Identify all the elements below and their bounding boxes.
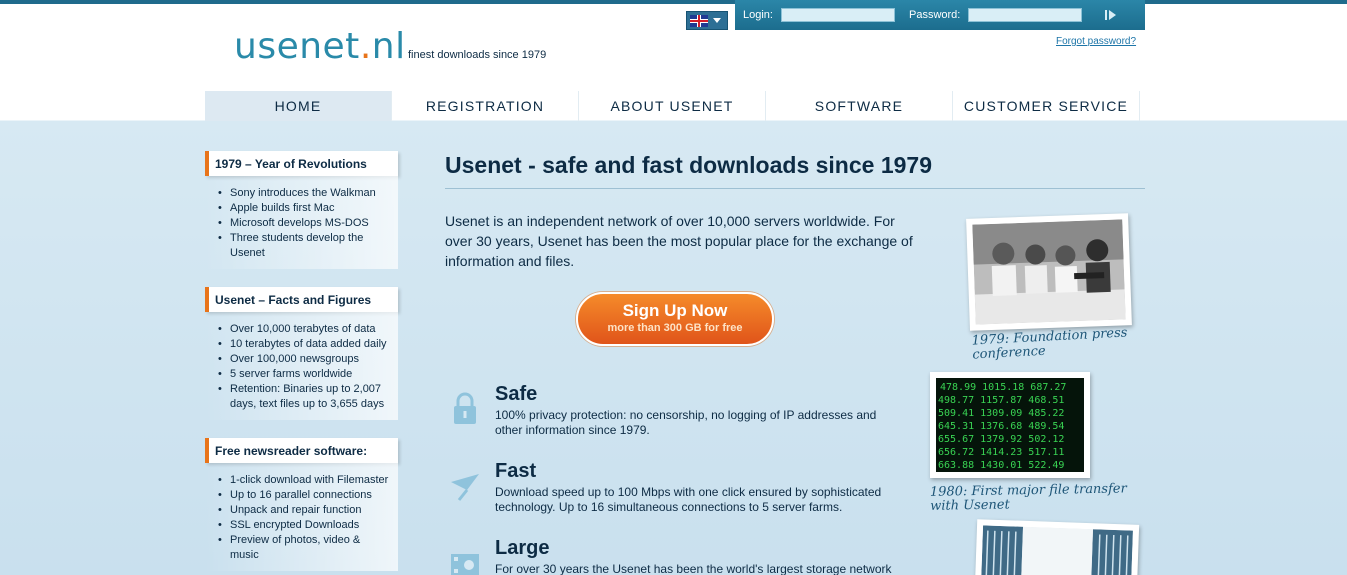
list-item: 10 terabytes of data added daily	[215, 337, 390, 352]
list-item: Preview of photos, video & music	[215, 533, 390, 563]
feature-text: Download speed up to 100 Mbps with one c…	[495, 485, 882, 514]
list-item: Apple builds first Mac	[215, 201, 390, 216]
paper-plane-icon	[445, 466, 485, 506]
photo-file-transfer: 478.99 1015.18 687.27 498.77 1157.87 468…	[930, 372, 1090, 478]
site-tagline: finest downloads since 1979	[408, 49, 547, 61]
svg-text:645.31 1376.68 489.54: 645.31 1376.68 489.54	[938, 421, 1064, 432]
sidebar-box-title: Free newsreader software:	[205, 438, 398, 463]
list-item: Microsoft develops MS-DOS	[215, 216, 390, 231]
password-input[interactable]	[968, 8, 1083, 22]
sidebar-list: Sony introduces the Walkman Apple builds…	[205, 176, 398, 269]
feature-text: For over 30 years the Usenet has been th…	[495, 562, 892, 575]
server-farm-image	[980, 525, 1133, 575]
sign-up-sublabel: more than 300 GB for free	[607, 322, 743, 334]
list-item: 1-click download with Filemaster	[215, 473, 390, 488]
list-item: Three students develop the Usenet	[215, 231, 390, 261]
list-item: Unpack and repair function	[215, 503, 390, 518]
photo-server-farm	[974, 519, 1140, 575]
sidebar: 1979 – Year of Revolutions Sony introduc…	[205, 151, 398, 575]
sidebar-box-title: 1979 – Year of Revolutions	[205, 151, 398, 176]
sidebar-box-revolutions: 1979 – Year of Revolutions Sony introduc…	[205, 151, 398, 269]
media-icon	[445, 543, 485, 575]
login-label: Login:	[743, 9, 773, 21]
sign-up-button[interactable]: Sign Up Now more than 300 GB for free	[576, 292, 774, 346]
list-item: Retention: Binaries up to 2,007 days, te…	[215, 382, 390, 412]
play-icon	[1104, 10, 1107, 20]
login-input[interactable]	[780, 8, 895, 22]
press-conference-image	[972, 219, 1126, 325]
login-panel: Login: Password:	[735, 0, 1145, 30]
photo-caption: 1979: Foundation press conference	[971, 325, 1128, 363]
login-submit-button[interactable]	[1100, 8, 1120, 22]
lock-icon	[445, 389, 485, 429]
nav-customer-service[interactable]: CUSTOMER SERVICE	[953, 91, 1140, 121]
chevron-down-icon	[713, 18, 721, 23]
page-title: Usenet - safe and fast downloads since 1…	[445, 152, 932, 178]
svg-text:655.67 1379.92 502.12: 655.67 1379.92 502.12	[938, 434, 1064, 445]
digital-numbers-image: 478.99 1015.18 687.27 498.77 1157.87 468…	[936, 378, 1084, 472]
nav-home[interactable]: HOME	[205, 91, 392, 121]
list-item: SSL encrypted Downloads	[215, 518, 390, 533]
feature-title: Large	[495, 537, 550, 559]
title-divider	[445, 188, 1145, 189]
sign-up-label: Sign Up Now	[622, 301, 728, 320]
feature-safe: Safe 100% privacy protection: no censors…	[445, 383, 905, 438]
svg-text:656.72 1414.23 517.11: 656.72 1414.23 517.11	[938, 447, 1064, 458]
feature-fast: Fast Download speed up to 100 Mbps with …	[445, 460, 905, 515]
svg-text:663.88 1430.01 522.49: 663.88 1430.01 522.49	[938, 460, 1064, 471]
sidebar-box-software: Free newsreader software: 1-click downlo…	[205, 438, 398, 571]
photo-caption: 1980: First major file transfer with Use…	[929, 481, 1127, 514]
forgot-password-link[interactable]: Forgot password?	[1056, 36, 1136, 47]
feature-title: Fast	[495, 460, 537, 482]
nav-about-usenet[interactable]: ABOUT USENET	[579, 91, 766, 121]
password-label: Password:	[908, 9, 961, 21]
list-item: 5 server farms worldwide	[215, 367, 390, 382]
svg-text:478.99 1015.18 687.27: 478.99 1015.18 687.27	[940, 382, 1066, 393]
feature-title: Safe	[495, 383, 538, 405]
svg-text:498.77 1157.87 468.51: 498.77 1157.87 468.51	[938, 395, 1064, 406]
sidebar-list: 1-click download with Filemaster Up to 1…	[205, 463, 398, 571]
list-item: Over 10,000 terabytes of data	[215, 322, 390, 337]
uk-flag-icon	[690, 14, 708, 27]
list-item: Over 100,000 newsgroups	[215, 352, 390, 367]
sidebar-box-title: Usenet – Facts and Figures	[205, 287, 398, 312]
list-item: Sony introduces the Walkman	[215, 186, 390, 201]
site-logo[interactable]: usenet.nl	[234, 26, 406, 67]
list-item: Up to 16 parallel connections	[215, 488, 390, 503]
sidebar-box-facts: Usenet – Facts and Figures Over 10,000 t…	[205, 287, 398, 420]
feature-large: Large For over 30 years the Usenet has b…	[445, 537, 905, 575]
language-selector[interactable]	[686, 11, 728, 30]
sidebar-list: Over 10,000 terabytes of data 10 terabyt…	[205, 312, 398, 420]
main-navigation: HOME REGISTRATION ABOUT USENET SOFTWARE …	[205, 91, 1145, 121]
svg-text:509.41 1309.09 485.22: 509.41 1309.09 485.22	[938, 408, 1064, 419]
intro-text: Usenet is an independent network of over…	[445, 213, 913, 269]
feature-text: 100% privacy protection: no censorship, …	[495, 408, 877, 437]
nav-software[interactable]: SOFTWARE	[766, 91, 953, 121]
nav-registration[interactable]: REGISTRATION	[392, 91, 579, 121]
photo-press-conference	[966, 213, 1132, 331]
